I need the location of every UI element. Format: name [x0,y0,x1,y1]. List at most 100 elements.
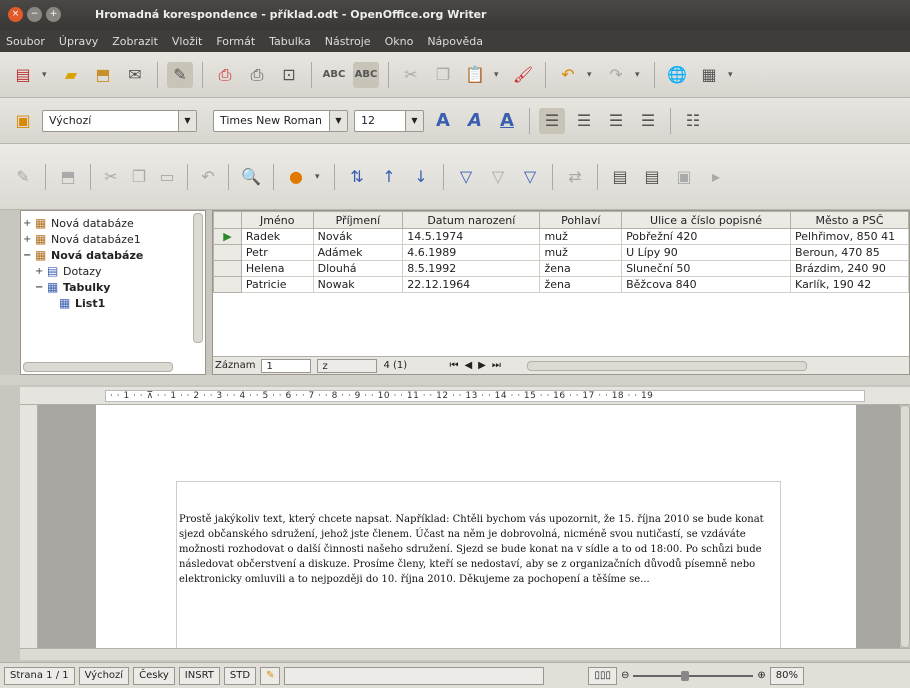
menu-upravy[interactable]: Úpravy [59,35,98,48]
copy-icon[interactable]: ❐ [430,62,456,88]
remove-filter-icon[interactable]: ▽ [517,164,543,190]
align-right-icon[interactable]: ☰ [603,108,629,134]
table-cell[interactable]: Pelhřimov, 850 41 [790,228,909,245]
table-cell[interactable]: Pobřežní 420 [621,228,792,245]
tree-item-tables[interactable]: − ▦ Tabulky [23,279,205,295]
expand-icon[interactable]: + [23,234,35,245]
paragraph-style-select[interactable]: Výchozí ▼ [42,109,197,132]
standard-filter-icon[interactable]: ▽ [485,164,511,190]
column-header[interactable]: Jméno [240,211,314,229]
chevron-down-icon[interactable]: ▼ [178,110,196,131]
table-cell[interactable]: žena [539,276,623,293]
undo-icon[interactable]: ↶ [197,164,219,190]
table-cell[interactable]: Brázdim, 240 90 [790,260,909,277]
table-cell[interactable]: Radek [240,228,314,245]
document-text[interactable]: Prostě jakýkoliv text, který chcete naps… [179,512,779,587]
table-cell[interactable]: Sluneční 50 [621,260,792,277]
new-dropdown-icon[interactable]: ▾ [42,70,52,80]
redo-dropdown-icon[interactable]: ▾ [635,70,645,80]
save-record-icon[interactable]: ⬒ [55,164,81,190]
table-cell[interactable]: Běžcova 840 [621,276,792,293]
menu-nastroje[interactable]: Nástroje [325,35,371,48]
explorer-icon[interactable]: ▸ [703,164,729,190]
document-vertical-scrollbar[interactable] [900,405,910,648]
align-left-icon[interactable]: ☰ [539,107,565,134]
table-cell[interactable]: 22.12.1964 [402,276,541,293]
zoom-in-icon[interactable]: ⊕ [757,670,765,681]
tree-vertical-scrollbar[interactable] [193,213,203,343]
paste-dropdown-icon[interactable]: ▾ [494,70,504,80]
italic-icon[interactable]: A [462,108,488,134]
table-cell[interactable]: Nowak [312,276,404,293]
tree-item-queries[interactable]: + ▤ Dotazy [23,263,205,279]
maximize-window-icon[interactable]: + [46,7,61,22]
font-size-select[interactable]: 12 ▼ [354,109,424,132]
print-icon[interactable]: ⎙ [244,62,270,88]
font-name-select[interactable]: Times New Roman ▼ [213,109,348,132]
email-icon[interactable]: ✉ [122,62,148,88]
insert-mode[interactable]: INSRT [178,666,220,685]
menu-zobrazit[interactable]: Zobrazit [112,35,158,48]
sort-ascending-icon[interactable]: ↑ [376,164,402,190]
data-to-text-icon[interactable]: ⇄ [562,164,588,190]
row-header[interactable] [213,260,242,277]
tree-item-database-3[interactable]: − ▦ Nová databáze [23,247,205,263]
next-record-icon[interactable]: ▶ [478,360,486,371]
autospellcheck-icon[interactable]: ABC [353,61,379,88]
redo-icon[interactable]: ↷ [603,62,629,88]
tree-item-database-1[interactable]: + ▦ Nová databáze [23,215,205,231]
open-folder-icon[interactable]: ▰ [58,62,84,88]
document-modified-icon[interactable]: ✎ [260,666,281,685]
tree-horizontal-scrollbar[interactable] [23,362,173,372]
collapse-icon[interactable]: − [35,282,47,293]
undo-icon[interactable]: ↶ [555,62,581,88]
expand-icon[interactable]: + [35,266,47,277]
document-horizontal-scrollbar[interactable] [20,648,910,660]
justify-icon[interactable]: ☰ [635,108,661,134]
align-center-icon[interactable]: ☰ [571,108,597,134]
menu-napoveda[interactable]: Nápověda [427,35,483,48]
pane-splitter[interactable] [0,375,910,385]
filter-icon[interactable]: ▽ [453,164,479,190]
edit-mode-icon[interactable]: ✎ [167,61,193,88]
horizontal-ruler[interactable]: · · 1 · · ⊼ · · 1 · · 2 · · 3 · · 4 · · … [20,387,910,405]
column-header[interactable]: Město a PSČ [790,211,909,229]
data-source-icon[interactable]: ▣ [671,164,697,190]
column-header[interactable]: Ulice a číslo popisné [621,211,792,229]
copy-icon[interactable]: ❐ [128,164,150,190]
language[interactable]: Česky [133,666,175,685]
table-cell[interactable]: Petr [240,244,314,261]
edit-data-icon[interactable]: ✎ [10,164,36,190]
table-cell[interactable]: Novák [312,228,404,245]
previous-record-icon[interactable]: ◀ [464,360,472,371]
styles-formatting-icon[interactable]: ▣ [10,108,36,134]
column-header[interactable]: Příjmení [312,211,404,229]
cut-icon[interactable]: ✂ [100,164,122,190]
paste-icon[interactable]: ▭ [156,164,178,190]
row-header[interactable] [213,276,242,293]
table-row[interactable]: Helena Dlouhá 8.5.1992 žena Sluneční 50 … [213,260,909,277]
undo-dropdown-icon[interactable]: ▾ [587,70,597,80]
last-record-icon[interactable]: ⏭ [492,360,501,371]
chevron-down-icon[interactable]: ▼ [329,110,347,131]
table-row[interactable]: ▶ Radek Novák 14.5.1974 muž Pobřežní 420… [213,228,909,245]
table-cell[interactable]: U Lípy 90 [621,244,792,261]
spellcheck-icon[interactable]: ABC [321,62,347,88]
print-preview-icon[interactable]: ⊡ [276,62,302,88]
minimize-window-icon[interactable]: − [27,7,42,22]
table-cell[interactable]: 8.5.1992 [402,260,541,277]
table-cell[interactable]: Dlouhá [312,260,404,277]
zoom-slider-thumb[interactable] [681,670,690,681]
tree-item-database-2[interactable]: + ▦ Nová databáze1 [23,231,205,247]
menu-vlozit[interactable]: Vložit [172,35,202,48]
zoom-out-icon[interactable]: ⊖ [621,670,629,681]
sort-descending-icon[interactable]: ↓ [408,164,434,190]
save-icon[interactable]: ⬒ [90,62,116,88]
menu-tabulka[interactable]: Tabulka [269,35,311,48]
chevron-down-icon[interactable]: ▼ [405,110,423,131]
table-cell[interactable]: Helena [240,260,314,277]
find-record-icon[interactable]: 🔍 [238,164,264,190]
table-cell[interactable]: muž [539,228,623,245]
new-document-icon[interactable]: ▤ [10,62,36,88]
tree-item-list1[interactable]: ▦ List1 [23,295,205,311]
